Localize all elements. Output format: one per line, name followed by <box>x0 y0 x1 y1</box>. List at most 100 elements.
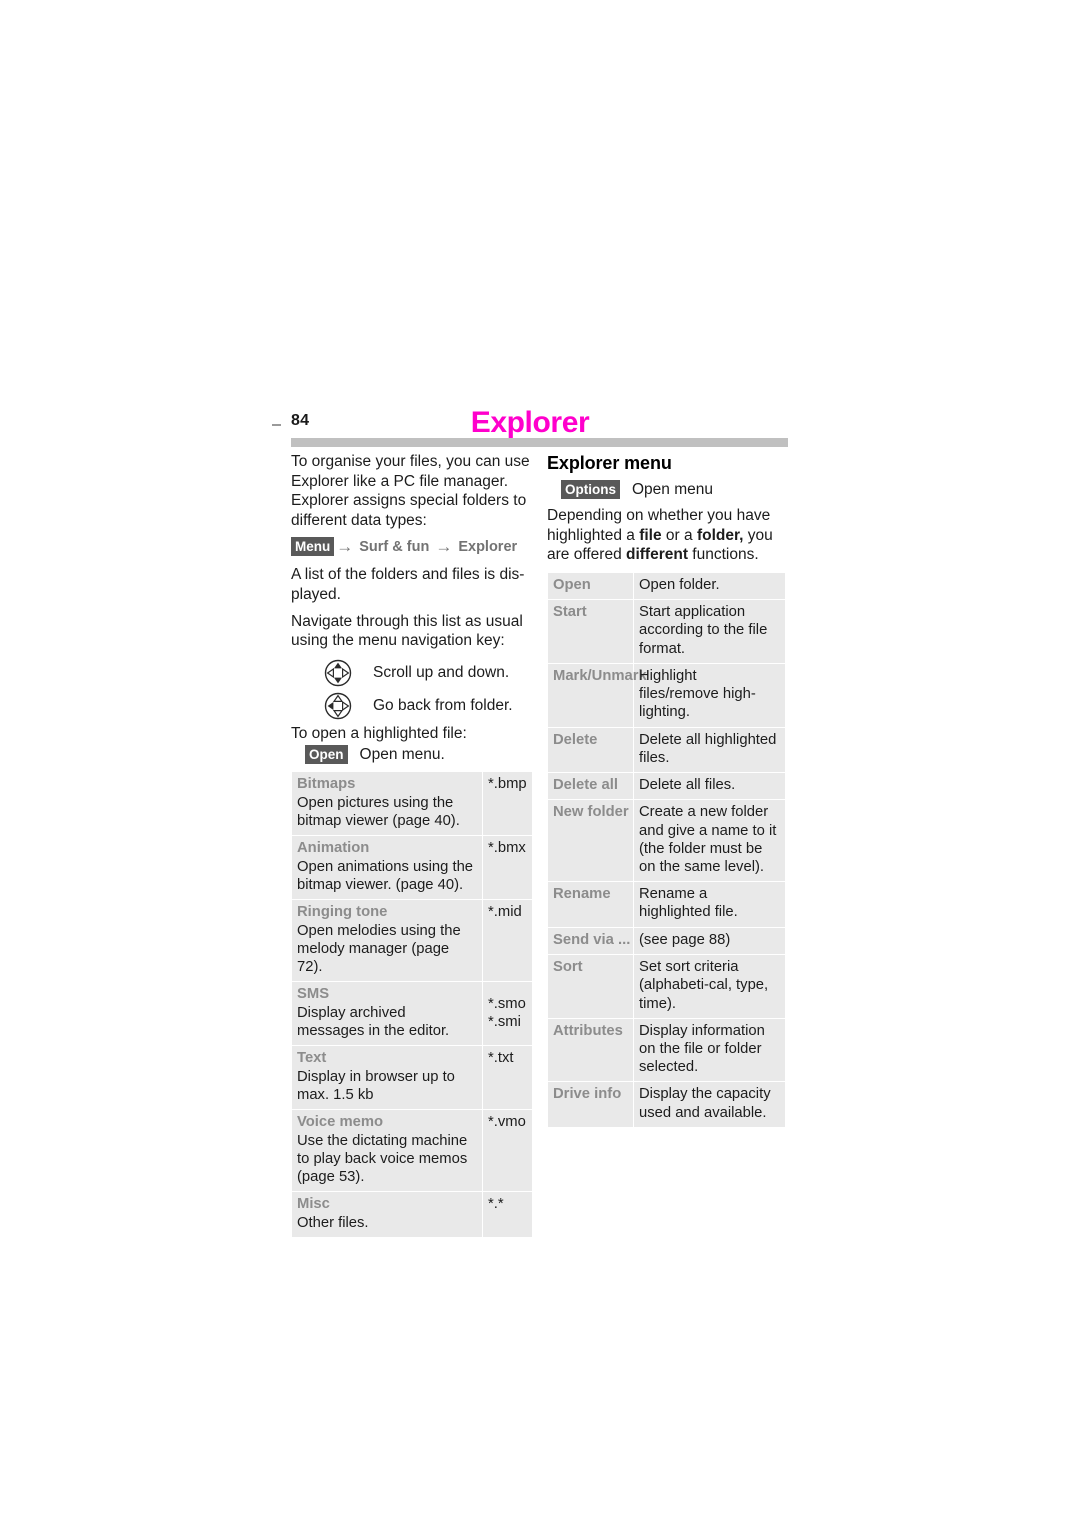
file-type-desc: Display in browser up to max. 1.5 kb <box>297 1068 455 1103</box>
menu-item-desc-cell: Create a new folder and give a name to i… <box>633 799 786 883</box>
depending-paragraph: Depending on whether you have highlighte… <box>547 506 790 565</box>
menu-item-term: Open <box>553 576 591 593</box>
menu-item-desc: Delete all files. <box>639 776 736 793</box>
menu-item-cell: Send via ... <box>547 926 634 956</box>
page-title: Explorer <box>470 406 590 439</box>
file-extension-cell: *.mid <box>482 899 533 983</box>
table-row: Bitmaps Open pictures using the bitmap v… <box>291 771 533 837</box>
menu-item-term: Send via ... <box>553 931 631 948</box>
depending-text-2: or a <box>661 526 697 544</box>
table-row: SMS Display archived messages in the edi… <box>291 981 533 1047</box>
intro-paragraph: To organise your files, you can use Expl… <box>291 453 530 529</box>
menu-item-term: Attributes <box>553 1022 623 1039</box>
file-type-term: Animation <box>297 840 370 857</box>
options-softkey-badge[interactable]: Options <box>561 480 620 499</box>
file-type-term: Text <box>297 1050 327 1067</box>
nav-key-up-down-icon <box>323 658 353 688</box>
menu-item-cell: Attributes <box>547 1017 634 1083</box>
file-type-term: Voice memo <box>297 1114 384 1131</box>
nav-key-label-back: Go back from folder. <box>373 697 513 715</box>
table-row: Rename Rename a highlighted file. <box>547 881 786 928</box>
table-row: Voice memo Use the dictating machine to … <box>291 1109 533 1193</box>
open-softkey-line: Open Open menu. <box>291 745 534 765</box>
menu-item-desc: Set sort criteria (alphabeti-cal, type, … <box>639 959 769 1012</box>
menu-item-desc-cell: Highlight files/remove high-lighting. <box>633 662 786 728</box>
menu-item-cell: Delete all <box>547 771 634 801</box>
menu-item-term: Drive info <box>553 1086 622 1103</box>
file-type-desc: Use the dictating machine to play back v… <box>297 1132 468 1185</box>
manual-page: 84 Explorer To organise your files, you … <box>0 0 1080 1528</box>
nav-key-label-scroll: Scroll up and down. <box>373 664 510 682</box>
file-extension: *.mid <box>488 904 522 921</box>
file-type-cell: Misc Other files. <box>291 1191 483 1238</box>
open-softkey-label: Open menu. <box>359 746 445 764</box>
menu-item-desc: Rename a highlighted file. <box>639 886 738 921</box>
file-type-term: Bitmaps <box>297 776 356 793</box>
table-row: Attributes Display information on the fi… <box>547 1017 786 1083</box>
path-arrow-icon: → <box>336 536 354 556</box>
file-extension: *.bmp <box>488 776 527 793</box>
menu-item-cell: Open <box>547 571 634 601</box>
file-type-term: Misc <box>297 1196 330 1213</box>
section-title-explorer-menu: Explorer menu <box>547 453 672 473</box>
table-row: Text Display in browser up to max. 1.5 k… <box>291 1045 533 1111</box>
depending-bold-file: file <box>639 526 662 544</box>
menu-item-desc-cell: Delete all files. <box>633 771 786 801</box>
left-column: To organise your files, you can use Expl… <box>291 452 534 1238</box>
file-extension-cell: *.txt <box>482 1045 533 1111</box>
table-row: Animation Open animations using the bitm… <box>291 835 533 901</box>
right-column: Explorer menu Options Open menu Dependin… <box>547 452 790 1128</box>
menu-item-desc: (see page 88) <box>639 931 731 948</box>
menu-item-desc: Highlight files/remove high-lighting. <box>639 667 756 721</box>
menu-item-term: Sort <box>553 959 583 976</box>
menu-item-desc-cell: Start application according to the file … <box>633 599 786 664</box>
file-extension-cell: *.bmp <box>482 771 533 837</box>
file-extension: *.* <box>488 1196 504 1213</box>
table-row: Mark/Unmark Highlight files/remove high-… <box>547 662 786 728</box>
file-type-desc: Display archived messages in the editor. <box>297 1004 450 1039</box>
file-extension: *.bmx <box>488 840 526 857</box>
menu-item-desc: Display the capacity used and available. <box>639 1086 771 1121</box>
file-extension-cell: *.vmo <box>482 1109 533 1193</box>
menu-item-term: Delete all <box>553 776 618 793</box>
file-extension-cell: *.bmx <box>482 835 533 901</box>
file-extension-cell: *.smo *.smi <box>482 981 533 1047</box>
menu-item-desc-cell: Open folder. <box>633 571 786 601</box>
menu-item-cell: Drive info <box>547 1081 634 1128</box>
file-type-term: Ringing tone <box>297 904 388 921</box>
menu-item-term: Delete <box>553 731 598 748</box>
table-row: Send via ... (see page 88) <box>547 926 786 956</box>
menu-path-step-1: Surf & fun <box>359 538 430 555</box>
page-header: 84 Explorer <box>272 406 788 447</box>
menu-item-desc: Open folder. <box>639 576 720 593</box>
list-displayed-paragraph: A list of the folders and files is dis-p… <box>291 566 525 603</box>
open-file-paragraph: To open a highlighted file: <box>291 724 467 742</box>
header-rule <box>291 438 788 447</box>
file-extension: *.smo *.smi <box>488 995 526 1030</box>
options-softkey-label: Open menu <box>632 481 713 498</box>
nav-key-left-icon <box>323 691 353 721</box>
menu-item-desc-cell: Display information on the file or folde… <box>633 1017 786 1083</box>
file-type-desc: Open animations using the bitmap viewer.… <box>297 858 474 893</box>
menu-item-term: New folder <box>553 804 629 821</box>
file-extension: *.vmo <box>488 1114 526 1131</box>
menu-item-cell: Mark/Unmark <box>547 662 647 728</box>
nav-key-row-scroll: Scroll up and down. <box>291 658 534 688</box>
file-type-cell: Text Display in browser up to max. 1.5 k… <box>291 1045 483 1111</box>
menu-softkey-badge[interactable]: Menu <box>291 537 335 557</box>
menu-item-desc: Start application according to the file … <box>639 604 768 657</box>
table-row: Sort Set sort criteria (alphabeti-cal, t… <box>547 954 786 1019</box>
options-softkey-line: Options Open menu <box>547 480 790 499</box>
menu-item-desc-cell: Display the capacity used and available. <box>633 1081 786 1128</box>
depending-bold-different: different <box>626 546 688 564</box>
file-type-cell: Ringing tone Open melodies using the mel… <box>291 899 483 983</box>
file-extension-cell: *.* <box>482 1191 533 1238</box>
path-arrow-icon: → <box>435 536 453 556</box>
menu-item-desc-cell: Set sort criteria (alphabeti-cal, type, … <box>633 954 786 1019</box>
file-type-cell: Voice memo Use the dictating machine to … <box>291 1109 483 1193</box>
file-type-cell: Bitmaps Open pictures using the bitmap v… <box>291 771 483 837</box>
open-softkey-badge[interactable]: Open <box>305 745 348 765</box>
menu-item-term: Mark/Unmark <box>553 667 647 684</box>
menu-item-cell: New folder <box>547 799 634 883</box>
menu-item-desc-cell: Rename a highlighted file. <box>633 881 786 928</box>
